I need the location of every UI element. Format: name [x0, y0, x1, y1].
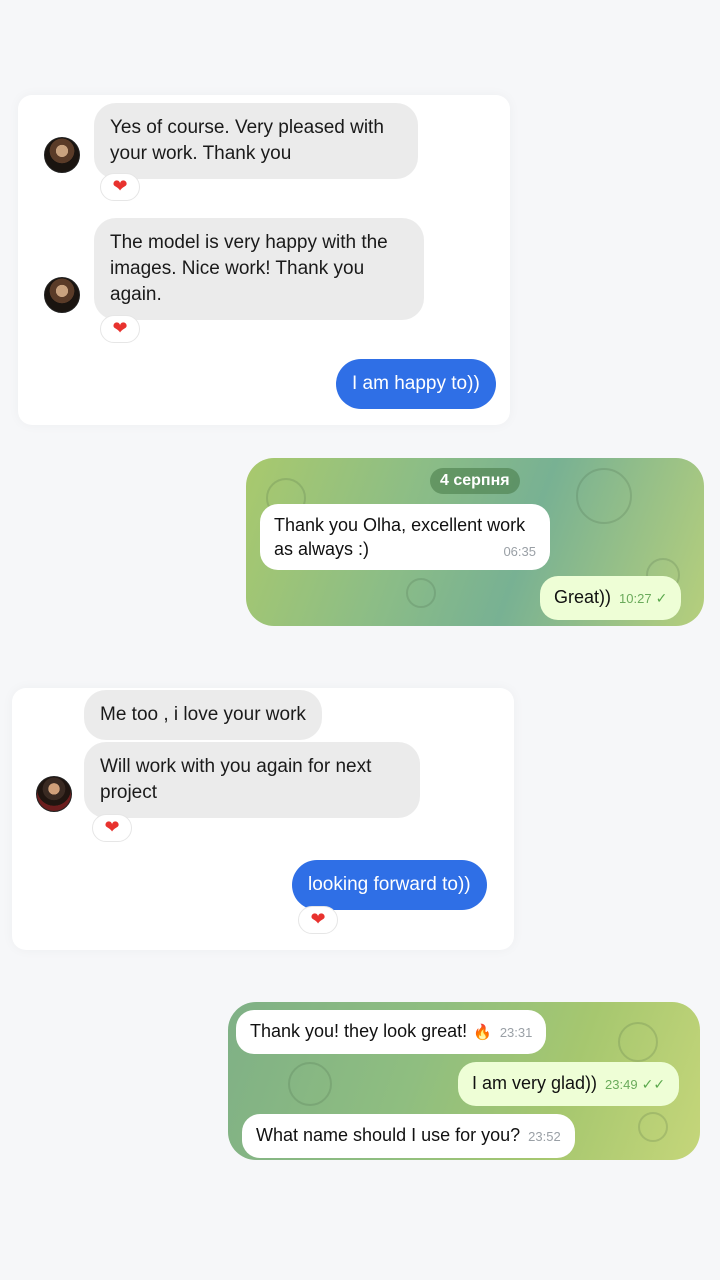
conversation-card-2: Me too , i love your work Will work with…	[12, 688, 514, 950]
heart-icon: ❤	[112, 318, 128, 339]
message-time: 23:31	[499, 1025, 533, 1040]
heart-reaction[interactable]: ❤	[100, 315, 140, 343]
heart-reaction[interactable]: ❤	[298, 906, 338, 934]
message-time: 23:49	[605, 1077, 638, 1092]
message-text: Great))	[554, 587, 612, 607]
message-text: Yes of course. Very pleased with your wo…	[110, 117, 384, 164]
heart-icon: ❤	[310, 909, 326, 930]
telegram-chat-panel-2: Thank you! they look great! 🔥 23:31 I am v…	[228, 1002, 700, 1160]
incoming-message: Thank you Olha, excellent work as always…	[260, 504, 550, 570]
outgoing-message: Great)) 10:27 ✓	[540, 576, 682, 620]
incoming-message: Thank you! they look great! 🔥 23:31	[236, 1010, 547, 1054]
message-text: Will work with you again for next projec…	[100, 756, 372, 803]
fire-reaction-icon[interactable]: 🔥	[473, 1023, 492, 1041]
message-text: Me too , i love your work	[100, 704, 306, 725]
heart-reaction[interactable]: ❤	[92, 814, 132, 842]
contact-avatar[interactable]	[44, 277, 80, 313]
message-text: I am very glad))	[472, 1073, 598, 1093]
message-time: 06:35	[503, 544, 536, 559]
message-text: Thank you! they look great!	[250, 1021, 468, 1041]
message-text: What name should I use for you?	[256, 1125, 521, 1145]
background-doodle	[576, 468, 632, 524]
message-bubble: The model is very happy with the images.…	[94, 218, 424, 320]
single-check-icon: ✓	[655, 591, 668, 607]
heart-reaction[interactable]: ❤	[100, 173, 140, 201]
heart-icon: ❤	[112, 176, 128, 197]
message-bubble: Yes of course. Very pleased with your wo…	[94, 103, 418, 179]
message-text: looking forward to))	[308, 874, 471, 895]
message-text: The model is very happy with the images.…	[110, 232, 388, 305]
outgoing-message: I am very glad)) 23:49 ✓✓	[458, 1062, 680, 1106]
double-check-icon: ✓✓	[641, 1077, 666, 1093]
message-text: I am happy to))	[352, 373, 480, 394]
background-doodle	[618, 1022, 658, 1062]
contact-avatar[interactable]	[44, 137, 80, 173]
background-doodle	[406, 578, 436, 608]
sent-message-bubble: looking forward to))	[292, 860, 487, 910]
contact-avatar[interactable]	[36, 776, 72, 812]
message-bubble: Me too , i love your work	[84, 690, 322, 740]
background-doodle	[288, 1062, 332, 1106]
conversation-card-1: Yes of course. Very pleased with your wo…	[18, 95, 510, 425]
date-separator: 4 серпня	[430, 468, 520, 494]
telegram-chat-panel-1: 4 серпня Thank you Olha, excellent work …	[246, 458, 704, 626]
message-text: Thank you Olha, excellent work as always…	[274, 515, 526, 559]
background-doodle	[638, 1112, 668, 1142]
heart-icon: ❤	[104, 817, 120, 838]
message-time: 10:27	[619, 591, 652, 606]
message-time: 23:52	[528, 1129, 561, 1144]
message-bubble: Will work with you again for next projec…	[84, 742, 420, 818]
incoming-message: What name should I use for you? 23:52	[242, 1114, 575, 1158]
sent-message-bubble: I am happy to))	[336, 359, 496, 409]
